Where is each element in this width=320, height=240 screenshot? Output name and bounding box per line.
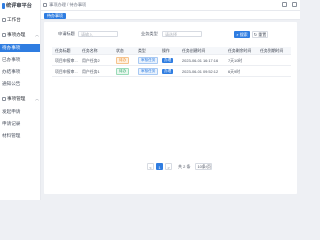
sidebar-item-label: 通知公告 <box>2 81 21 86</box>
search-button[interactable]: ⌕ 搜索 <box>234 31 250 38</box>
reset-button[interactable]: ↻ 重置 <box>252 31 268 38</box>
sidebar-item-records[interactable]: 申请记录 <box>0 120 40 128</box>
menu-fold-icon[interactable] <box>43 2 47 7</box>
chevron-up-icon: ︿ <box>35 96 39 101</box>
table-row: 项目申报审... 用户任务1 待办 审核任务 办理 2023-06-01 09:… <box>52 66 291 77</box>
brand-title: 统评审平台 <box>6 3 32 9</box>
handle-button[interactable]: 办理 <box>162 69 174 75</box>
column-header: 状态 <box>116 48 124 53</box>
search-button-label: 搜索 <box>239 32 248 37</box>
next-page-button[interactable]: > <box>165 163 172 170</box>
home-icon <box>2 17 6 22</box>
main-panel: 申请标题 请输入 业务类型 请选择 ⌕ 搜索 ↻ 重置 任务标题 任务名称 状态… <box>44 22 297 194</box>
fullscreen-icon[interactable] <box>282 2 287 7</box>
status-badge: 待办 <box>116 57 130 65</box>
total-count: 共 2 条 <box>178 163 191 169</box>
type-badge: 审核任务 <box>138 57 159 65</box>
handle-button[interactable]: 办理 <box>162 58 174 64</box>
sidebar-item-label: 办结事项 <box>2 69 21 74</box>
user-avatar-icon[interactable] <box>292 2 297 7</box>
cell-created: 2023-06-01 09:52:12 <box>182 69 219 74</box>
breadcrumb: 事项办理 / 待办事项 <box>43 1 86 9</box>
sidebar-item-label: 发起申请 <box>2 109 21 114</box>
filter-type-label: 业务类型 <box>141 31 158 36</box>
sidebar-item-label: 已办事项 <box>2 57 21 62</box>
chevron-up-icon: ︿ <box>35 32 39 37</box>
cell-remaining: 7天10时 <box>228 58 243 63</box>
sidebar-item-workbench[interactable]: 工作台 <box>0 16 40 24</box>
cell-name: 用户任务2 <box>82 58 100 63</box>
column-header: 类型 <box>138 48 146 53</box>
cell-title: 项目申报审... <box>55 69 78 74</box>
status-badge: 待办 <box>116 68 130 76</box>
brand-logo <box>2 2 5 9</box>
sidebar-group-matters[interactable]: 事项办理 ︿ <box>0 31 40 39</box>
cell-title: 项目申报审... <box>55 58 78 63</box>
sidebar-item-materials[interactable]: 材料管理 <box>0 132 40 140</box>
list-icon <box>2 96 6 101</box>
cell-created: 2023-06-01 16:17:16 <box>182 58 219 63</box>
column-header: 任务名称 <box>82 48 98 53</box>
sidebar-item-label: 事项管理 <box>7 96 26 101</box>
brand: 统评审平台 <box>2 2 40 10</box>
folder-icon <box>2 32 6 37</box>
topbar: 事项办理 / 待办事项 <box>41 0 300 11</box>
column-header: 任务标题 <box>55 48 71 53</box>
filter-title-label: 申请标题 <box>58 31 75 36</box>
table-row: 项目申报审... 用户任务2 待办 审核任务 办理 2023-06-01 16:… <box>52 55 291 66</box>
breadcrumb-current: 待办事项 <box>69 2 87 7</box>
sidebar: 统评审平台 工作台 事项办理 ︿ 待办事项 已办事项 办结事项 通知公告 事项管理… <box>0 0 41 200</box>
sidebar-group-manage[interactable]: 事项管理 ︿ <box>0 95 40 103</box>
sidebar-item-label: 工作台 <box>7 17 21 22</box>
prev-page-button[interactable]: < <box>147 163 154 170</box>
column-header: 操作 <box>162 48 170 53</box>
sidebar-item-todo[interactable]: 待办事项 <box>0 44 40 52</box>
app-root: 统评审平台 工作台 事项办理 ︿ 待办事项 已办事项 办结事项 通知公告 事项管理… <box>0 0 300 200</box>
column-header: 任务到期时间 <box>260 48 284 53</box>
tab-todo[interactable]: 待办事项 <box>44 13 66 19</box>
sidebar-item-notices[interactable]: 通知公告 <box>0 80 40 88</box>
page-size-select[interactable]: 10条/页 <box>195 163 213 170</box>
tab-bar: 待办事项 <box>41 11 300 20</box>
filter-type-select[interactable]: 请选择 <box>162 31 202 37</box>
sidebar-item-label: 申请记录 <box>2 121 21 126</box>
table-header: 任务标题 任务名称 状态 类型 操作 任务创建时间 任务剩余时间 任务到期时间 <box>52 47 291 55</box>
column-header: 任务剩余时间 <box>228 48 252 53</box>
sidebar-item-label: 材料管理 <box>2 133 21 138</box>
sidebar-item-label: 事项办理 <box>7 32 26 37</box>
breadcrumb-home[interactable]: 事项办理 <box>49 2 66 7</box>
sidebar-item-finished[interactable]: 办结事项 <box>0 68 40 76</box>
search-icon: ⌕ <box>236 32 239 37</box>
refresh-icon: ↻ <box>253 32 258 37</box>
type-badge: 审核任务 <box>138 68 159 76</box>
cell-remaining: 6天9时 <box>228 69 241 74</box>
column-header: 任务创建时间 <box>182 48 206 53</box>
cell-name: 用户任务1 <box>82 69 100 74</box>
todo-table: 任务标题 任务名称 状态 类型 操作 任务创建时间 任务剩余时间 任务到期时间 … <box>52 47 291 77</box>
page-number-button[interactable]: 1 <box>156 163 163 170</box>
reset-button-label: 重置 <box>258 32 267 37</box>
sidebar-item-done[interactable]: 已办事项 <box>0 56 40 64</box>
pagination: < 1 > 共 2 条 10条/页 <box>147 163 213 170</box>
sidebar-item-apply[interactable]: 发起申请 <box>0 108 40 116</box>
sidebar-item-label: 待办事项 <box>2 45 21 50</box>
topbar-icons <box>282 2 297 7</box>
filter-title-input[interactable]: 请输入 <box>78 31 118 37</box>
